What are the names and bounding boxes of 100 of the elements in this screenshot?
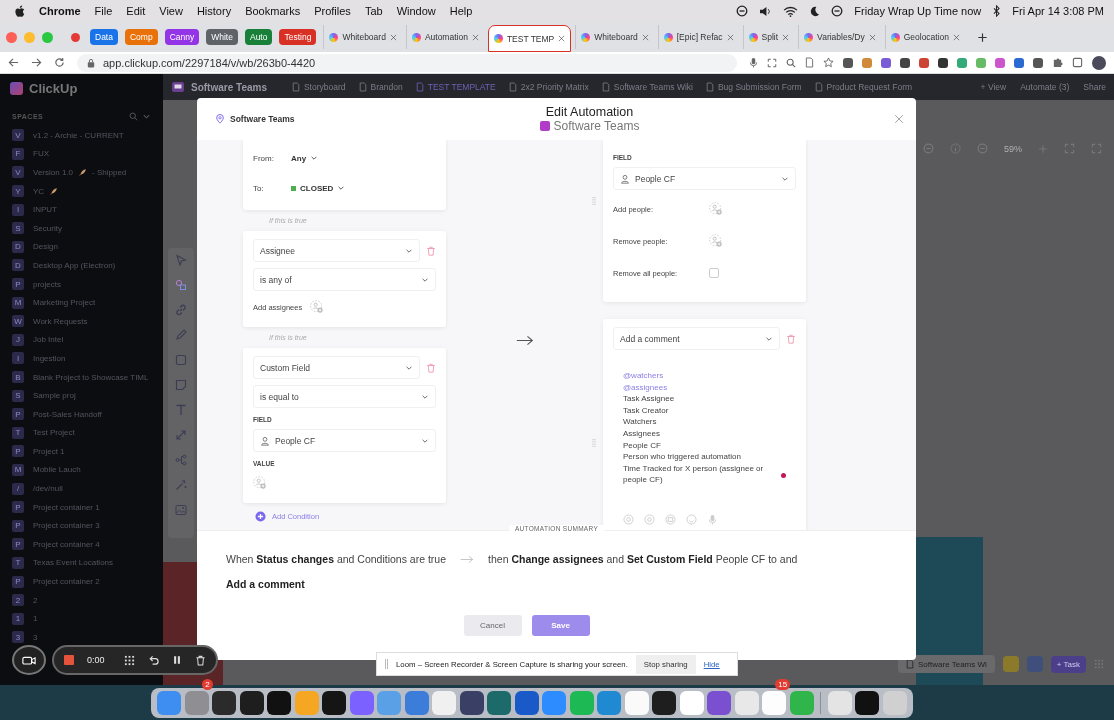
- space-item[interactable]: T Test Project: [0, 423, 163, 443]
- menu-item[interactable]: Window: [396, 5, 436, 17]
- browser-tab[interactable]: [Epic] Refac: [657, 25, 739, 49]
- space-item[interactable]: V Version 1.0 - Shipped: [0, 163, 163, 182]
- tab-group-chip[interactable]: Canny: [164, 29, 200, 45]
- space-item[interactable]: P Project container 1: [0, 497, 163, 517]
- cancel-button[interactable]: Cancel: [463, 615, 522, 636]
- mention-tag: @assignees: [623, 381, 668, 394]
- view-tab[interactable]: Storyboard: [291, 82, 346, 92]
- tab-group-chip[interactable]: Comp: [124, 29, 158, 45]
- address-bar[interactable]: app.clickup.com/2297184/v/wb/263b0-4420: [77, 53, 737, 72]
- menu-item[interactable]: Profiles: [314, 5, 351, 17]
- space-item[interactable]: / /dev/null: [0, 479, 163, 498]
- action-dropdown[interactable]: Add a comment: [613, 327, 780, 350]
- space-item[interactable]: Y YC: [0, 181, 163, 201]
- comment-line: Watchers: [623, 416, 657, 428]
- space-item[interactable]: M Marketing Project: [0, 293, 163, 312]
- comment-editor[interactable]: @watchers @assignees Task Assignee Task Creator Watchers Assignees People CF Person who triggered automation Time Tracked for X person (assignee or people CF): [613, 356, 796, 486]
- tab-group-chip[interactable]: Data: [90, 29, 118, 45]
- comment-line: Assignees: [623, 427, 660, 440]
- space-item[interactable]: B Blank Project to Showcase TIML: [0, 367, 163, 387]
- space-item[interactable]: D Design: [0, 237, 163, 257]
- browser-tab[interactable]: Variables/Dy: [798, 25, 881, 49]
- dialog-title: Edit Automation: [545, 105, 634, 119]
- doc-chip[interactable]: Software Teams Wi: [898, 655, 995, 673]
- space-item[interactable]: S Sample proj: [0, 386, 163, 405]
- summary-text: then Change assignees and Set Custom Field People CF to and: [488, 553, 798, 565]
- status-text[interactable]: Friday Wrap Up Time now: [854, 5, 982, 17]
- dialog-subtitle: Software Teams: [553, 119, 640, 133]
- status-dropdown[interactable]: Any: [291, 153, 319, 163]
- field-label: From:: [253, 153, 275, 163]
- space-item[interactable]: P Project container 4: [0, 535, 163, 554]
- summary-text: When Status changes and Conditions are true: [226, 553, 447, 565]
- menu-item[interactable]: History: [196, 5, 232, 17]
- browser-tab[interactable]: Whiteboard: [575, 25, 654, 49]
- clock[interactable]: Fri Apr 14 3:08 PM: [1012, 5, 1104, 17]
- view-tab[interactable]: Bug Submission Form: [705, 82, 802, 92]
- space-item[interactable]: P projects: [0, 274, 163, 294]
- automate-button[interactable]: Automate (3): [1020, 82, 1070, 92]
- menu-item[interactable]: Tab: [364, 5, 383, 17]
- timer: 0:00: [87, 655, 105, 665]
- location-label: Software Teams: [230, 114, 295, 124]
- menu-item[interactable]: Edit: [126, 5, 146, 17]
- menu-item[interactable]: Bookmarks: [245, 5, 301, 17]
- notification-badge: 2: [202, 678, 213, 690]
- operator-dropdown[interactable]: is equal to: [253, 385, 436, 408]
- space-item[interactable]: P Project container 2: [0, 572, 163, 591]
- menu-item[interactable]: Help: [449, 5, 473, 17]
- browser-tab[interactable]: Split: [742, 25, 795, 49]
- space-item[interactable]: P Project 1: [0, 442, 163, 461]
- add-view-button[interactable]: + View: [980, 82, 1007, 92]
- comment-line: Time Tracked for X person (assignee or people CF): [623, 462, 765, 486]
- view-tab[interactable]: Brandon: [358, 82, 403, 92]
- task-button[interactable]: + Task: [1050, 655, 1086, 673]
- tab-group-chip[interactable]: Testing: [279, 29, 317, 45]
- space-item[interactable]: P Project container 3: [0, 516, 163, 536]
- space-item[interactable]: S Security: [0, 218, 163, 238]
- comment-line: People CF: [623, 439, 661, 452]
- tab-group-chip[interactable]: White: [206, 29, 238, 45]
- space-item[interactable]: P Post-Sales Handoff: [0, 404, 163, 424]
- browser-tab[interactable]: Automation: [405, 25, 484, 49]
- field-dropdown[interactable]: People CF: [613, 167, 796, 190]
- space-title[interactable]: Software Teams: [171, 81, 267, 93]
- space-item[interactable]: I Ingestion: [0, 349, 163, 368]
- view-tab[interactable]: Product Request Form: [814, 82, 913, 92]
- menu-item[interactable]: File: [94, 5, 113, 17]
- space-item[interactable]: 1 1: [0, 609, 163, 629]
- browser-tab[interactable]: TEST TEMP: [487, 25, 572, 52]
- comment-line: Task Creator: [623, 404, 669, 417]
- field-dropdown[interactable]: Assignee: [253, 239, 420, 262]
- space-item[interactable]: M Mobile Lauch: [0, 460, 163, 480]
- notification-badge: 15: [775, 678, 791, 690]
- tab-group-chip[interactable]: Auto: [244, 29, 273, 45]
- zoom-level: 59%: [1004, 143, 1022, 154]
- space-item[interactable]: F FUX: [0, 144, 163, 164]
- space-item[interactable]: T Texas Event Locations: [0, 553, 163, 573]
- space-item[interactable]: I INPUT: [0, 200, 163, 219]
- space-item[interactable]: D Desktop App (Electron): [0, 256, 163, 275]
- browser-tab[interactable]: Whiteboard: [323, 25, 402, 49]
- app-logo: ClickUp: [29, 80, 78, 96]
- comment-line: Person who triggered automation: [623, 451, 741, 463]
- space-item[interactable]: J Job Intel: [0, 330, 163, 350]
- space-item[interactable]: W Work Requests: [0, 311, 163, 331]
- operator-dropdown[interactable]: is any of: [253, 268, 436, 291]
- mention-tag: @watchers: [623, 370, 664, 382]
- view-tab[interactable]: Software Teams Wiki: [601, 82, 693, 92]
- status-dropdown[interactable]: CLOSED: [291, 183, 346, 193]
- browser-tab[interactable]: Geolocation: [884, 25, 966, 49]
- field-label: To:: [253, 183, 265, 193]
- view-tab[interactable]: 2x2 Priority Matrix: [508, 82, 589, 92]
- field-dropdown[interactable]: People CF: [253, 429, 436, 452]
- summary-text: Add a comment: [226, 578, 306, 590]
- field-dropdown[interactable]: Custom Field: [253, 356, 420, 379]
- menu-item[interactable]: View: [159, 5, 183, 17]
- comment-line: Task Assignee: [623, 393, 675, 405]
- view-tab[interactable]: TEST TEMPLATE: [415, 82, 496, 92]
- space-item[interactable]: 3 3: [0, 628, 163, 647]
- share-button[interactable]: Share: [1083, 82, 1106, 92]
- space-item[interactable]: V v1.2 - Archie - CURRENT: [0, 126, 163, 145]
- app-menu[interactable]: Chrome: [39, 5, 81, 17]
